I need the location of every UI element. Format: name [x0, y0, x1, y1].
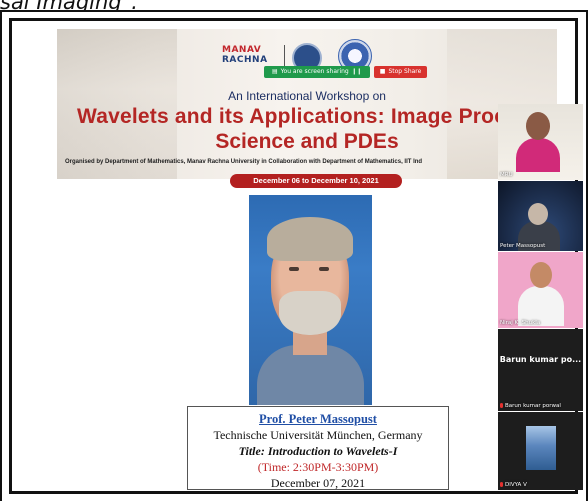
participant-tile[interactable]: MRU	[498, 104, 583, 180]
participant-tile[interactable]: Barun kumar po... Barun kumar porwal	[498, 329, 583, 411]
participant-tile[interactable]: Niraj K. Shukla	[498, 252, 583, 328]
participant-label: Peter Massopust	[500, 243, 546, 249]
photo-hair	[267, 217, 353, 261]
participant-label-text: Barun kumar porwal	[505, 403, 561, 409]
workshop-intro: An International Workshop on	[228, 89, 386, 103]
participant-display-name: Barun kumar po...	[499, 355, 582, 364]
photo-eye-left	[289, 267, 299, 271]
participant-avatar-image	[526, 426, 556, 470]
screen-sharing-indicator: ▤ You are screen sharing ❙❙	[264, 66, 370, 78]
talk-title: Title: Introduction to Wavelets-I	[238, 444, 398, 458]
stop-share-button[interactable]: ■ Stop Share	[373, 66, 428, 78]
participant-gallery: MRU Peter Massopust Niraj K. Shukla Baru…	[498, 104, 584, 490]
share-screen-icon: ▤	[272, 68, 278, 75]
participant-video-head	[528, 203, 548, 225]
shared-slide: MANAV RACHNA ▤ You are screen sharing ❙❙…	[9, 18, 578, 494]
banner-background-left	[57, 29, 177, 179]
photo-eye-right	[319, 267, 329, 271]
logo-manav-text: MANAV	[222, 45, 262, 55]
speaker-affiliation: Technische Universität München, Germany	[213, 428, 423, 442]
stop-share-label: Stop Share	[388, 68, 422, 75]
workshop-banner: MANAV RACHNA ▤ You are screen sharing ❙❙…	[57, 29, 575, 188]
stop-icon: ■	[379, 68, 386, 75]
photo-beard	[279, 291, 341, 335]
pause-icon[interactable]: ❙❙	[352, 66, 362, 78]
screen-share-toolbar: ▤ You are screen sharing ❙❙ ■ Stop Share	[264, 66, 428, 78]
participant-video	[516, 138, 560, 172]
screen-share-frame: MANAV RACHNA ▤ You are screen sharing ❙❙…	[0, 10, 588, 501]
muted-mic-icon	[500, 403, 503, 408]
logo-rachna-text: RACHNA	[222, 55, 268, 65]
organised-by: Organised by Department of Mathematics, …	[65, 159, 423, 165]
participant-label: MRU	[500, 172, 513, 178]
participant-video-head	[526, 112, 550, 140]
participant-tile[interactable]: Peter Massopust	[498, 181, 583, 251]
participant-video-head	[530, 262, 552, 288]
speaker-info-box: Prof. Peter Massopust Technische Univers…	[187, 406, 449, 490]
screen-sharing-text: You are screen sharing	[280, 68, 349, 75]
participant-label: Barun kumar porwal	[500, 403, 561, 409]
talk-date: December 07, 2021	[270, 476, 366, 490]
talk-time: (Time: 2:30PM-3:30PM)	[257, 460, 379, 474]
participant-tile[interactable]: DIVYA V	[498, 412, 583, 490]
logo-row: MANAV RACHNA ▤ You are screen sharing ❙❙…	[222, 39, 428, 78]
muted-mic-icon	[500, 482, 503, 487]
speaker-name-link[interactable]: Prof. Peter Massopust	[188, 411, 448, 427]
participant-label-text: DIVYA V	[505, 482, 527, 488]
workshop-title-line2: Science and PDEs	[215, 130, 399, 153]
speaker-photo	[249, 195, 372, 405]
participant-label: DIVYA V	[500, 482, 527, 488]
participant-label: Niraj K. Shukla	[500, 320, 541, 326]
workshop-dates: December 06 to December 10, 2021	[230, 174, 402, 188]
